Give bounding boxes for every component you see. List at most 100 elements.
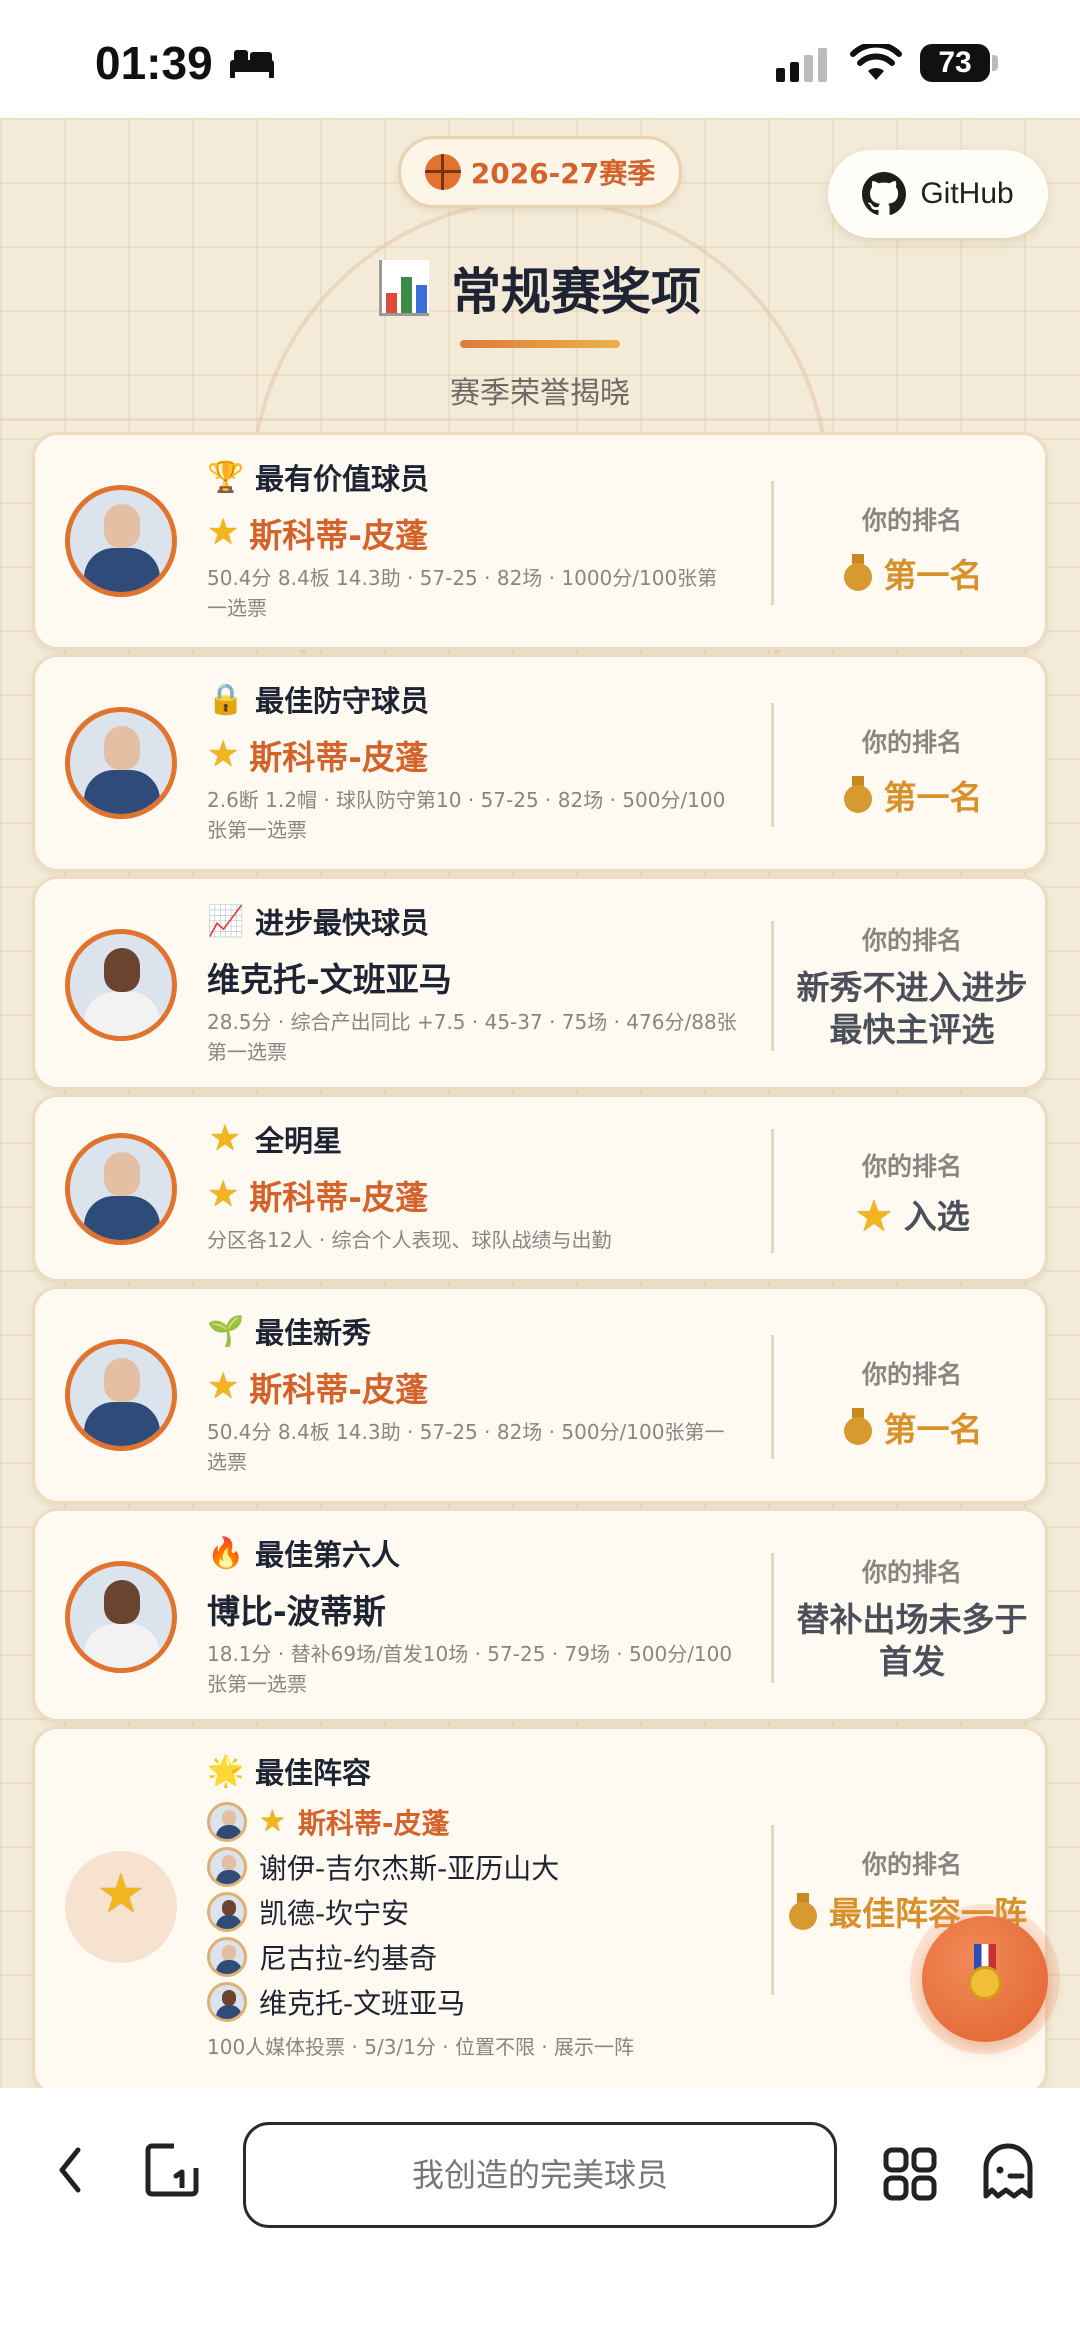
award-stats: 28.5分 · 综合产出同比 +7.5 · 45-37 · 75场 · 476分… (207, 1010, 737, 1064)
lock-icon: 🔒 (207, 681, 245, 717)
basketball-icon (424, 154, 461, 190)
page-title-row: 常规赛奖项 (0, 248, 1080, 328)
star-icon: ★ (207, 1366, 240, 1407)
team-member-name: 斯科蒂-皮蓬 (297, 1806, 450, 1840)
star-icon: ★ (207, 1174, 240, 1215)
team-member-name: 尼古拉-约基奇 (259, 1941, 438, 1975)
rank-label: 你的排名 (861, 926, 962, 955)
award-card-mvp[interactable]: 🏆 最有价值球员 ★ 斯科蒂-皮蓬 50.4分 8.4板 14.3助 · 57-… (32, 432, 1048, 650)
status-time: 01:39 (95, 37, 213, 89)
divider (771, 921, 774, 1051)
rank-box: 你的排名 替补出场未多于首发 (787, 1553, 1037, 1683)
status-bar: 01:39 73 (0, 0, 1080, 118)
bed-icon (230, 50, 274, 78)
rank-label: 你的排名 (861, 1558, 962, 1587)
player-avatar (207, 1801, 247, 1842)
team-member: 尼古拉-约基奇 (207, 1934, 737, 1979)
player-avatar (65, 1339, 177, 1451)
player-avatar (207, 1936, 247, 1977)
award-stats: 18.1分 · 替补69场/首发10场 · 57-25 · 79场 · 500分… (207, 1642, 733, 1696)
url-bar[interactable]: 我创造的完美球员 (243, 2122, 837, 2228)
tab-icon[interactable] (144, 2142, 200, 2198)
seedling-icon: 🌱 (207, 1313, 245, 1349)
page-title: 常规赛奖项 (451, 263, 701, 321)
rank-box: 你的排名 第一名 (787, 723, 1037, 819)
award-card-sixth-man[interactable]: 🔥 最佳第六人 博比-波蒂斯 18.1分 · 替补69场/首发10场 · 57-… (32, 1508, 1048, 1722)
player-avatar (65, 1133, 177, 1245)
award-card-roy[interactable]: 🌱 最佳新秀 ★ 斯科蒂-皮蓬 50.4分 8.4板 14.3助 · 57-25… (32, 1286, 1048, 1504)
team-list: ★ 斯科蒂-皮蓬 谢伊-吉尔杰斯-亚历山大 凯德-坎宁安 尼古拉-约基奇 维克托… (207, 1799, 737, 2024)
awards-page: 2026-27赛季 GitHub 常规赛奖项 赛季荣誉揭晓 🏆 最有价值球员 ★… (0, 118, 1080, 2088)
divider (771, 1553, 774, 1683)
medal-fab-button[interactable] (922, 1916, 1048, 2042)
github-icon (862, 172, 907, 215)
sparkle-star-icon: 🌟 (207, 1753, 245, 1789)
divider (771, 1335, 774, 1459)
award-name: 全明星 (255, 1124, 343, 1158)
player-avatar (65, 929, 177, 1041)
award-stats: 50.4分 8.4板 14.3助 · 57-25 · 82场 · 500分/10… (207, 1420, 725, 1474)
team-member: 维克托-文班亚马 (207, 1979, 737, 2024)
player-name: 斯科蒂-皮蓬 (249, 1178, 428, 1217)
award-stats: 100人媒体投票 · 5/3/1分 · 位置不限 · 展示一阵 (207, 2035, 635, 2059)
award-name: 最佳第六人 (255, 1538, 401, 1572)
grid-icon[interactable] (882, 2146, 938, 2202)
rank-value: 入选 (903, 1197, 970, 1236)
award-name: 最有价值球员 (255, 462, 430, 496)
ghost-icon[interactable] (980, 2142, 1036, 2200)
github-button[interactable]: GitHub (828, 150, 1048, 238)
award-card-all-star[interactable]: ★ 全明星 ★ 斯科蒂-皮蓬 分区各12人 · 综合个人表现、球队战绩与出勤 你… (32, 1094, 1048, 1282)
award-stats: 2.6断 1.2帽 · 球队防守第10 · 57-25 · 82场 · 500分… (207, 788, 726, 842)
rank-value: 第一名 (883, 1410, 983, 1449)
divider (771, 703, 774, 827)
award-stats: 分区各12人 · 综合个人表现、球队战绩与出勤 (207, 1228, 612, 1252)
rank-label: 你的排名 (861, 728, 962, 757)
title-underline (460, 340, 620, 348)
player-name: 斯科蒂-皮蓬 (249, 738, 428, 777)
award-stats: 50.4分 8.4板 14.3助 · 57-25 · 82场 · 1000分/1… (207, 566, 718, 620)
rank-value: 第一名 (883, 556, 983, 595)
player-avatar (65, 707, 177, 819)
player-avatar (207, 1981, 247, 2022)
back-icon[interactable] (54, 2144, 86, 2196)
rank-box: 你的排名 第一名 (787, 501, 1037, 597)
divider (771, 1129, 774, 1253)
award-name: 最佳防守球员 (255, 684, 430, 718)
award-name: 最佳新秀 (255, 1316, 372, 1350)
medal-icon (787, 1893, 819, 1931)
divider (771, 481, 774, 605)
medal-icon (968, 1966, 1002, 2000)
rank-label: 你的排名 (861, 1850, 962, 1879)
season-label: 2026-27赛季 (470, 157, 656, 190)
medal-icon (842, 776, 874, 814)
rank-value: 替补出场未多于首发 (796, 1600, 1028, 1681)
rank-label: 你的排名 (861, 1152, 962, 1181)
fire-icon: 🔥 (207, 1535, 245, 1571)
team-member-name: 凯德-坎宁安 (259, 1896, 410, 1930)
divider (771, 1825, 774, 1995)
player-avatar (207, 1891, 247, 1932)
player-name: 博比-波蒂斯 (207, 1592, 386, 1631)
rank-label: 你的排名 (861, 506, 962, 535)
rank-box: 你的排名 新秀不进入进步最快主评选 (787, 921, 1037, 1051)
rank-box: 你的排名 第一名 (787, 1355, 1037, 1451)
team-member: 谢伊-吉尔杰斯-亚历山大 (207, 1844, 737, 1889)
player-avatar (65, 1561, 177, 1673)
season-badge[interactable]: 2026-27赛季 (398, 136, 682, 208)
team-member-name: 谢伊-吉尔杰斯-亚历山大 (259, 1851, 560, 1885)
wifi-icon (850, 44, 902, 80)
team-badge: ★ (65, 1851, 177, 1963)
github-label: GitHub (920, 177, 1014, 210)
rank-box: 你的排名 ★ 入选 (787, 1147, 1037, 1239)
award-card-mip[interactable]: 📈 进步最快球员 维克托-文班亚马 28.5分 · 综合产出同比 +7.5 · … (32, 876, 1048, 1090)
star-icon: ★ (259, 1803, 286, 1839)
award-card-dpoy[interactable]: 🔒 最佳防守球员 ★ 斯科蒂-皮蓬 2.6断 1.2帽 · 球队防守第10 · … (32, 654, 1048, 872)
chart-up-icon: 📈 (207, 903, 245, 939)
rank-value: 新秀不进入进步最快主评选 (796, 968, 1028, 1049)
star-icon: ★ (207, 734, 240, 775)
award-card-all-nba[interactable]: ★ 🌟 最佳阵容 ★ 斯科蒂-皮蓬 谢伊-吉尔杰斯-亚历山大 凯德-坎宁安 尼古… (32, 1726, 1048, 2088)
signal-icon (776, 48, 827, 82)
court-line-decoration (0, 418, 1080, 421)
rank-value: 第一名 (883, 778, 983, 817)
player-avatar (65, 485, 177, 597)
